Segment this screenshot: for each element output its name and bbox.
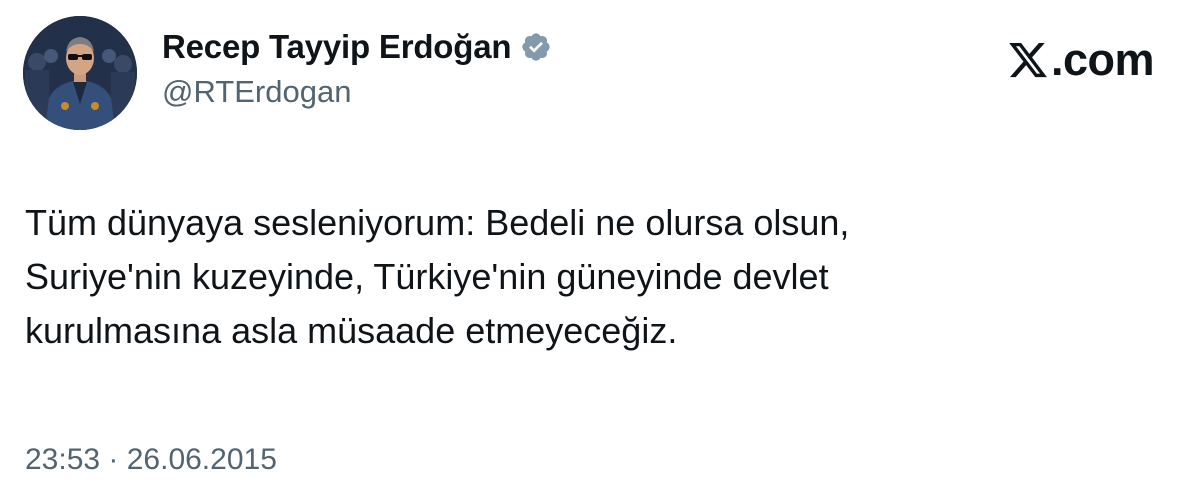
- avatar-image: [23, 16, 137, 130]
- x-com-brand: .com: [1007, 34, 1155, 86]
- author-name-row: Recep Tayyip Erdoğan: [162, 28, 552, 66]
- brand-label: .com: [1050, 34, 1155, 85]
- tweet-line: Suriye'nin kuzeyinde, Türkiye'nin güneyi…: [25, 256, 829, 297]
- display-name[interactable]: Recep Tayyip Erdoğan: [162, 28, 512, 66]
- tweet-line: Tüm dünyaya sesleniyorum: Bedeli ne olur…: [25, 202, 850, 243]
- avatar[interactable]: [23, 16, 137, 130]
- verified-badge-icon: [520, 31, 552, 63]
- tweet-timestamp[interactable]: 23:53 · 26.06.2015: [25, 443, 277, 477]
- author-handle[interactable]: @RTErdogan: [162, 74, 351, 110]
- tweet-card: Recep Tayyip Erdoğan @RTErdogan .com Tüm…: [0, 0, 1200, 490]
- tweet-text: Tüm dünyaya sesleniyorum: Bedeli ne olur…: [25, 196, 1145, 358]
- tweet-line: kurulmasına asla müsaade etmeyeceğiz.: [25, 310, 678, 351]
- x-logo-icon: [1007, 39, 1049, 81]
